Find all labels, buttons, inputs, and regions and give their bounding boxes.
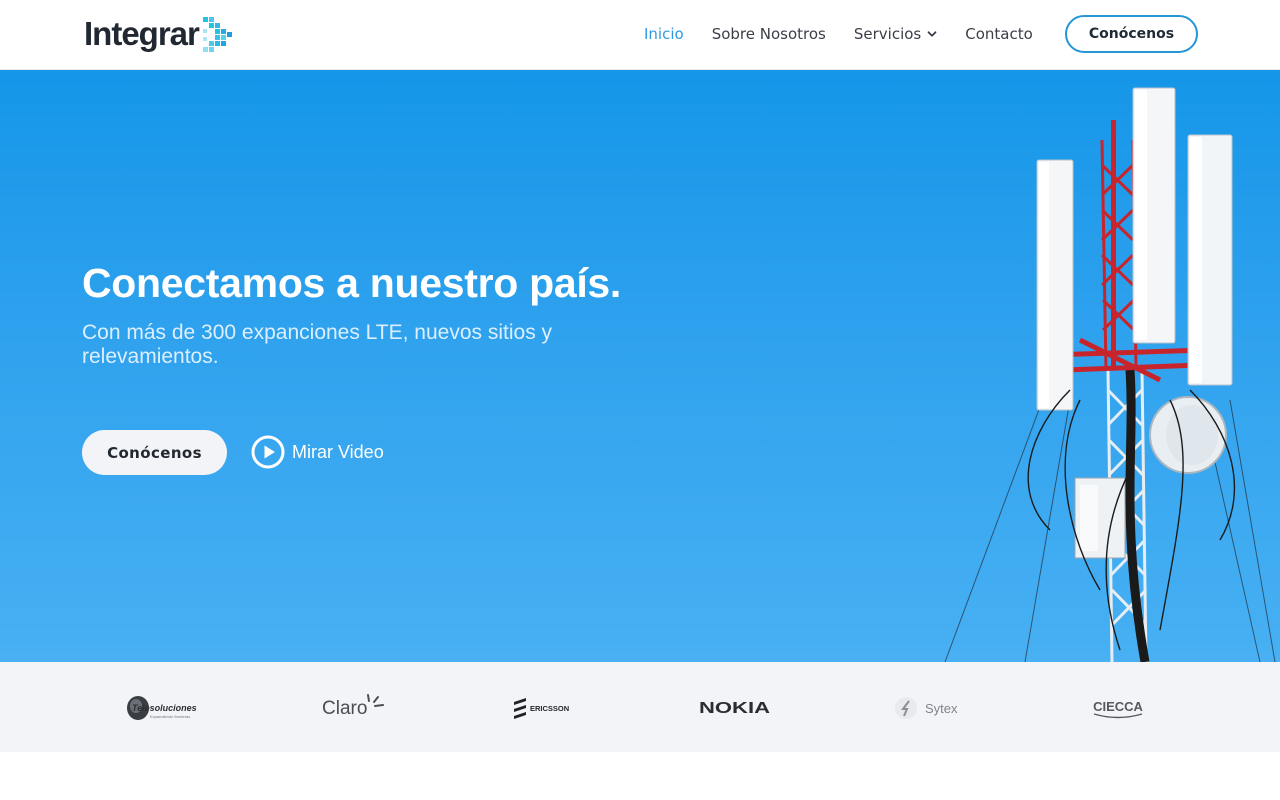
nav-item-servicios-label: Servicios [853,25,922,43]
ciecca-name: CIECCA [1093,699,1143,714]
claro-name: Claro [322,698,367,719]
sytex-logo: Sytex [895,697,958,719]
hero-conocenos-button[interactable]: Conócenos [82,430,227,475]
nokia-name: NOKIA [699,700,771,717]
pixel-arrow-icon [202,17,232,52]
ericsson-logo: ERICSSON [514,698,569,719]
claro-logo: Claro [322,694,384,719]
ciecca-logo: CIECCA [1093,699,1144,719]
watch-video-link[interactable]: Mirar Video [251,435,384,469]
sytex-name: Sytex [925,701,958,716]
nokia-logo: NOKIA [699,700,771,717]
partner-logo-nokia: NOKIA [698,690,772,726]
partner-logo-telesoluciones: Telesoluciones Expandiendo fronteras [124,690,204,726]
hero-section: Conectamos a nuestro país. Con más de 30… [0,70,1280,662]
header-cta-button[interactable]: Conócenos [1065,15,1198,53]
telesoluciones-tagline: Expandiendo fronteras [150,714,190,719]
ericsson-name: ERICSSON [530,704,569,713]
site-header: Integrar Inicio Sobre Nosotros Servicios [0,0,1280,70]
watch-video-label: Mirar Video [292,441,384,462]
brand-logo[interactable]: Integrar [84,14,237,54]
cell-tower-image [944,87,1276,662]
partner-logo-ericsson: ERICSSON [512,690,582,726]
brand-name: Integrar [84,15,200,52]
nav-item-servicios[interactable]: Servicios [854,25,937,43]
main-nav: Inicio Sobre Nosotros Servicios Contacto [644,22,1061,46]
hero-title: Conectamos a nuestro país. [82,260,622,306]
partner-logos-strip: Telesoluciones Expandiendo fronteras Cla… [0,662,1280,752]
nav-item-contacto[interactable]: Contacto [965,25,1033,43]
partner-logo-ciecca: CIECCA [1090,690,1146,726]
nav-item-inicio[interactable]: Inicio [644,25,684,43]
chevron-down-icon [927,31,937,37]
partner-logo-sytex: Sytex [892,690,962,726]
play-circle-icon [251,435,285,469]
telesoluciones-name: Telesoluciones [132,703,197,713]
partner-logo-claro: Claro [322,690,388,726]
hero-subtitle: Con más de 300 expanciones LTE, nuevos s… [82,321,553,368]
nav-item-sobre-nosotros[interactable]: Sobre Nosotros [712,25,826,43]
telesoluciones-logo: Telesoluciones Expandiendo fronteras [127,696,197,720]
